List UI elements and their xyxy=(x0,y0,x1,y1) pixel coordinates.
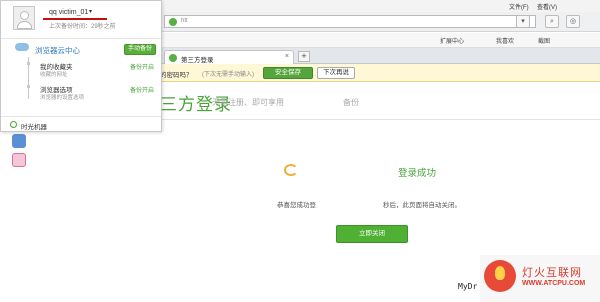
options-backup-status[interactable]: 备份开启 xyxy=(130,85,154,94)
site-icon xyxy=(169,18,177,26)
tab-label: 第三方登录 xyxy=(181,57,214,64)
time-machine-icon xyxy=(10,121,17,128)
dropdown-icon[interactable]: ▾ xyxy=(516,15,530,28)
logo-icon xyxy=(284,164,298,176)
address-row: htt ▾ ⌕ ◎ xyxy=(160,12,600,32)
divider xyxy=(1,116,161,117)
fav-likes[interactable]: 我喜欢 xyxy=(496,36,514,45)
page-subtitle: 无需注册、即可享用 xyxy=(212,98,284,107)
site-watermark-badge: 灯火互联网 WWW.ATCPU.COM xyxy=(480,255,600,302)
closing-note-end: 秒后，此页面将自动关闭。 xyxy=(383,202,461,209)
cloud-center-panel: qq victim_01 ▾ 上次备份时间：29秒之前 浏览器云中心 手动备份 … xyxy=(0,0,162,132)
favorites-bar: 扩展中心 我喜欢 截图 xyxy=(160,33,600,48)
later-button[interactable]: 下次再说 xyxy=(317,67,355,79)
address-text: htt xyxy=(181,18,188,24)
fav-screenshot[interactable]: 截图 xyxy=(538,36,550,45)
tree-node xyxy=(27,85,30,88)
secure-save-button[interactable]: 安全保存 xyxy=(263,67,313,79)
page-header: 三方登录 无需注册、即可享用 备份 xyxy=(160,82,600,120)
closing-note-start: 恭喜您成功登 xyxy=(277,202,316,209)
close-icon[interactable]: × xyxy=(285,53,289,60)
save-password-bar: 的密码吗？ (下次无需手动输入) 安全保存 下次再说 xyxy=(160,64,600,82)
last-backup-time: 上次备份时间：29秒之前 xyxy=(49,24,116,30)
options-item-sub: 浏览器的设置选项 xyxy=(40,95,85,101)
username-highlight xyxy=(43,18,107,20)
manual-backup-button[interactable]: 手动备份 xyxy=(124,44,156,55)
time-machine-link[interactable]: 时光机器 xyxy=(21,121,47,131)
login-success-text: 登录成功 xyxy=(398,168,437,179)
side-toolbar xyxy=(12,134,28,172)
page-subtitle-tail: 备份 xyxy=(343,98,359,107)
search-icon[interactable]: ⌕ xyxy=(545,15,559,28)
address-bar[interactable]: htt xyxy=(164,15,536,28)
settings-icon[interactable] xyxy=(12,153,26,167)
badge-site-name: 灯火互联网 xyxy=(522,267,582,279)
username[interactable]: qq victim_01 xyxy=(49,9,88,16)
watermark-text: MyDr xyxy=(458,282,478,291)
tab-favicon-icon xyxy=(169,54,177,62)
flame-logo-icon xyxy=(484,260,516,292)
fav-extensions[interactable]: 扩展中心 xyxy=(440,36,464,45)
save-password-question: 的密码吗？ xyxy=(160,72,193,79)
cloud-center-title[interactable]: 浏览器云中心 xyxy=(35,45,80,56)
tab-third-party-login[interactable]: 第三方登录 × xyxy=(164,50,294,64)
tab-strip: 第三方登录 × + xyxy=(160,48,600,64)
new-tab-button[interactable]: + xyxy=(298,51,310,62)
menu-view[interactable]: 查看(V) xyxy=(537,2,557,11)
favorites-item-sub: 收藏的网址 xyxy=(40,72,68,78)
close-now-button[interactable]: 立即关闭 xyxy=(336,225,408,243)
favorites-backup-status[interactable]: 备份开启 xyxy=(130,62,154,71)
menu-file[interactable]: 文件(F) xyxy=(509,2,529,11)
avatar-icon[interactable] xyxy=(13,6,35,30)
save-password-note: (下次无需手动输入) xyxy=(202,72,254,78)
chevron-down-icon[interactable]: ▾ xyxy=(89,8,92,15)
badge-site-url: WWW.ATCPU.COM xyxy=(522,280,586,287)
phone-icon[interactable] xyxy=(12,134,26,148)
shield-icon[interactable]: ◎ xyxy=(566,15,580,28)
cloud-icon xyxy=(15,43,29,51)
tree-node xyxy=(27,62,30,65)
divider xyxy=(1,38,161,39)
